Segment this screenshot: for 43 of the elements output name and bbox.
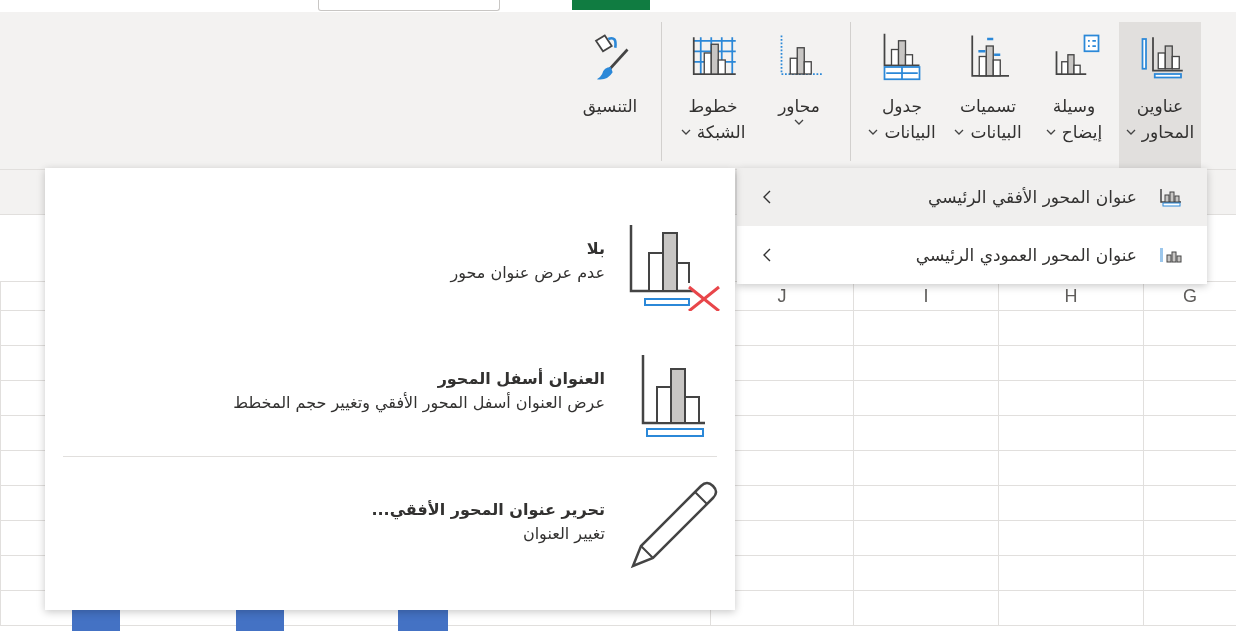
grid-cell[interactable] bbox=[1143, 591, 1236, 626]
ribbon-button[interactable]: خطوط الشبكة bbox=[672, 22, 754, 169]
menu-item[interactable]: عنوان المحور الأفقي الرئيسي bbox=[737, 168, 1207, 226]
menu-option[interactable]: تحرير عنوان المحور الأفقي... تغيير العنوان bbox=[45, 457, 735, 587]
ribbon-button[interactable]: جدول البيانات bbox=[861, 22, 943, 169]
grid-cell[interactable] bbox=[998, 311, 1143, 346]
ribbon-button[interactable]: وسيلة إيضاح bbox=[1033, 22, 1115, 169]
vertical-axis-title-icon bbox=[1157, 245, 1183, 265]
grid-cell[interactable] bbox=[1143, 311, 1236, 346]
input-field[interactable] bbox=[318, 0, 500, 11]
grid-cell[interactable] bbox=[998, 486, 1143, 521]
grid-cell[interactable] bbox=[853, 486, 998, 521]
grid-cell[interactable] bbox=[998, 346, 1143, 381]
chevron-left-icon bbox=[763, 248, 771, 262]
grid-cell[interactable] bbox=[998, 381, 1143, 416]
grid-cell[interactable] bbox=[853, 416, 998, 451]
menu-item[interactable]: عنوان المحور العمودي الرئيسي bbox=[737, 226, 1207, 284]
ribbon-button[interactable]: محاور bbox=[758, 22, 840, 169]
menu-option[interactable]: العنوان أسفل المحور عرض العنوان أسفل المحور الأفقي وتغيير حجم المخطط bbox=[45, 326, 735, 456]
grid-cell[interactable] bbox=[1143, 346, 1236, 381]
horizontal-axis-title-icon bbox=[1157, 187, 1183, 207]
grid-cell[interactable] bbox=[1143, 381, 1236, 416]
ribbon-button[interactable]: التنسيق bbox=[569, 22, 651, 169]
grid-cell[interactable] bbox=[998, 556, 1143, 591]
grid-cell[interactable] bbox=[853, 591, 998, 626]
grid-cell[interactable] bbox=[998, 451, 1143, 486]
grid-cell[interactable] bbox=[853, 311, 998, 346]
grid-cell[interactable] bbox=[1143, 521, 1236, 556]
grid-cell[interactable] bbox=[1143, 451, 1236, 486]
grid-cell[interactable] bbox=[853, 521, 998, 556]
ribbon-button[interactable]: عناوين المحاور bbox=[1119, 22, 1201, 169]
grid-cell[interactable] bbox=[1143, 416, 1236, 451]
grid-cell[interactable] bbox=[1143, 486, 1236, 521]
ribbon-button[interactable]: تسميات البيانات bbox=[947, 22, 1029, 169]
grid-cell[interactable] bbox=[853, 381, 998, 416]
grid-cell[interactable] bbox=[1143, 556, 1236, 591]
grid-cell[interactable] bbox=[853, 556, 998, 591]
grid-cell[interactable] bbox=[853, 451, 998, 486]
grid-cell[interactable] bbox=[853, 346, 998, 381]
grid-cell[interactable] bbox=[998, 521, 1143, 556]
chevron-left-icon bbox=[763, 190, 771, 204]
grid-cell[interactable] bbox=[998, 416, 1143, 451]
grid-cell[interactable] bbox=[998, 591, 1143, 626]
